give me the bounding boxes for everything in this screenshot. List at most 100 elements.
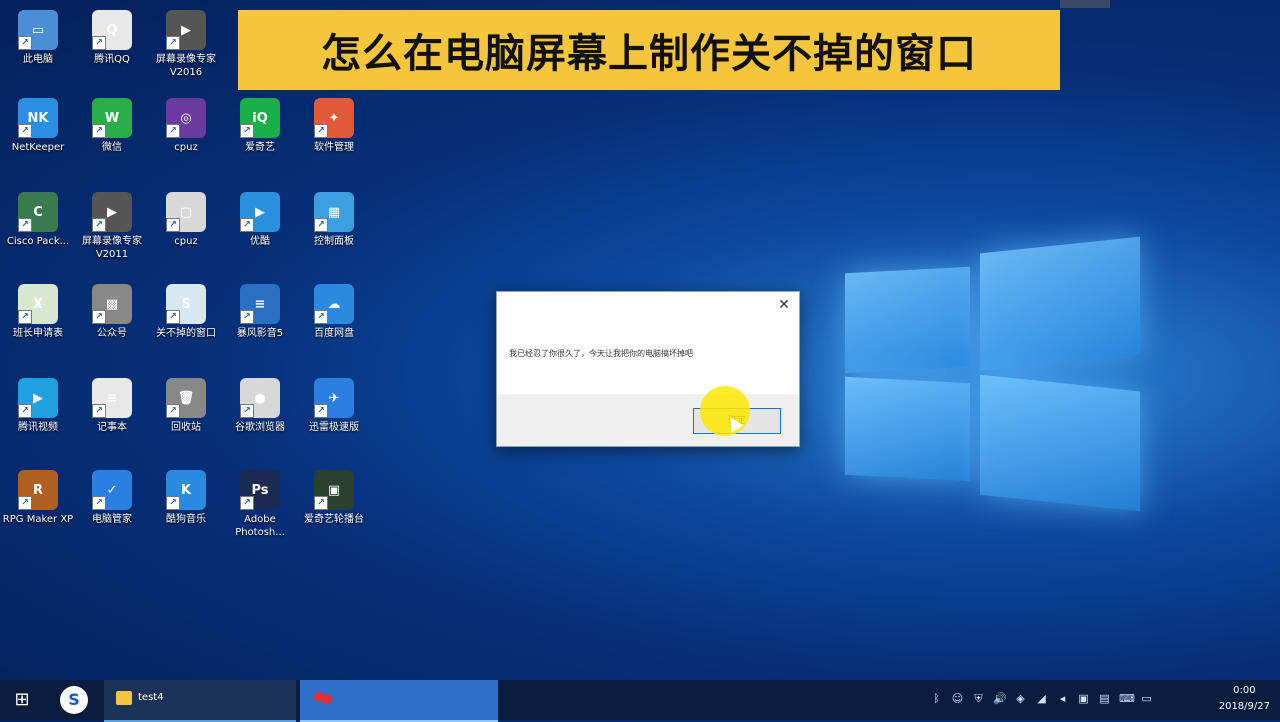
cortana-icon[interactable]: S	[60, 686, 88, 714]
notify-icon[interactable]: ▭	[1140, 692, 1153, 705]
app-icon: iQ ↗	[240, 98, 280, 138]
defender-icon[interactable]: ◈	[1014, 692, 1027, 705]
desktop-icon-label: 班长申请表	[13, 328, 63, 339]
app-icon: ☁ ↗	[314, 284, 354, 324]
desktop-icon-label: 腾讯QQ	[94, 54, 130, 65]
desktop-icon[interactable]: X ↗ 班长申请表	[2, 284, 74, 340]
desktop-icon[interactable]: S ↗ 关不掉的窗口	[150, 284, 222, 340]
app-icon: ≡ ↗	[240, 284, 280, 324]
desktop-icon-label: 关不掉的窗口	[156, 328, 216, 339]
desktop-icon-label: 迅雷极速版	[309, 422, 359, 433]
taskbar-item-active[interactable]	[300, 680, 498, 722]
desktop-icon[interactable]: iQ ↗ 爱奇艺	[224, 98, 296, 154]
shortcut-arrow-icon: ↗	[240, 124, 254, 138]
desktop-icon-label: Cisco Pack...	[6, 236, 70, 247]
desktop-icon[interactable]: NK ↗ NetKeeper	[2, 98, 74, 154]
taskbar: ⊞ S test4 ᛒ ☺ ⛨ 🔊 ◈ ◢ ◂ ▣ ▤ ⌨ ▭ 0:00 2018/9/27	[0, 680, 1280, 722]
app-icon: ▶ ↗	[240, 192, 280, 232]
shield-icon[interactable]: ⛨	[972, 692, 985, 705]
shortcut-arrow-icon: ↗	[314, 124, 328, 138]
start-button[interactable]: ⊞	[10, 688, 34, 712]
desktop-icon-label: 回收站	[171, 422, 201, 433]
desktop-icon[interactable]: ✈ ↗ 迅雷极速版	[298, 378, 370, 434]
desktop-icon[interactable]: ● ↗ 谷歌浏览器	[224, 378, 296, 434]
desktop-icon[interactable]: W ↗ 微信	[76, 98, 148, 154]
shortcut-arrow-icon: ↗	[166, 496, 180, 510]
desktop-icon-label: RPG Maker XP	[2, 514, 74, 525]
shortcut-arrow-icon: ↗	[18, 404, 32, 418]
clock-time: 0:00	[1233, 685, 1256, 696]
app-icon: K ↗	[166, 470, 206, 510]
desktop-icon-label: 爱奇艺轮播台	[304, 514, 364, 525]
desktop-icon-label: Adobe Photosh...	[235, 514, 285, 538]
desktop-icon[interactable]: ✦ ↗ 软件管理	[298, 98, 370, 154]
desktop-icon[interactable]: C ↗ Cisco Pack...	[2, 192, 74, 248]
cherry-icon	[314, 692, 324, 702]
desktop-icon-label: 公众号	[97, 328, 127, 339]
desktop-icon[interactable]: ≡ ↗ 记事本	[76, 378, 148, 434]
app-icon: Ps ↗	[240, 470, 280, 510]
shortcut-arrow-icon: ↗	[240, 310, 254, 324]
desktop-icon[interactable]: ▣ ↗ 爱奇艺轮播台	[298, 470, 370, 526]
shortcut-arrow-icon: ↗	[92, 496, 106, 510]
desktop-icon[interactable]: R ↗ RPG Maker XP	[2, 470, 74, 526]
app-icon: C ↗	[18, 192, 58, 232]
person-icon[interactable]: ☺	[951, 692, 964, 705]
desktop-icon[interactable]: ▶ ↗ 优酷	[224, 192, 296, 248]
windows-logo-wallpaper	[835, 225, 1145, 525]
shortcut-arrow-icon: ↗	[92, 310, 106, 324]
app-icon: ▩ ↗	[92, 284, 132, 324]
desktop-icon[interactable]: ▦ ↗ 控制面板	[298, 192, 370, 248]
desktop-icon-label: 此电脑	[23, 54, 53, 65]
desktop-icon[interactable]: ▶ ↗ 屏幕录像专家V2011	[76, 192, 148, 261]
desktop-icon-label: NetKeeper	[11, 142, 65, 153]
desktop-icon[interactable]: 🗑 ↗ 回收站	[150, 378, 222, 434]
desktop-icon-label: 酷狗音乐	[166, 514, 206, 525]
wifi-icon[interactable]: ◢	[1035, 692, 1048, 705]
app-icon: ✓ ↗	[92, 470, 132, 510]
shortcut-arrow-icon: ↗	[18, 496, 32, 510]
desktop-icon-label: 谷歌浏览器	[235, 422, 285, 433]
desktop-icon[interactable]: ≡ ↗ 暴风影音5	[224, 284, 296, 340]
shortcut-arrow-icon: ↗	[166, 218, 180, 232]
desktop-icon[interactable]: Q ↗ 腾讯QQ	[76, 10, 148, 66]
shortcut-arrow-icon: ↗	[166, 36, 180, 50]
shortcut-arrow-icon: ↗	[166, 310, 180, 324]
shortcut-arrow-icon: ↗	[92, 124, 106, 138]
desktop-icon-label: 腾讯视频	[18, 422, 58, 433]
desktop-icon[interactable]: ☁ ↗ 百度网盘	[298, 284, 370, 340]
dialog-close-button[interactable]: ✕	[775, 296, 793, 314]
shortcut-arrow-icon: ↗	[314, 218, 328, 232]
banner-title: 怎么在电脑屏幕上制作关不掉的窗口	[321, 31, 977, 77]
bluetooth-icon[interactable]: ᛒ	[930, 692, 943, 705]
caret-icon[interactable]: ◂	[1056, 692, 1069, 705]
taskbar-item-label: test4	[138, 692, 164, 703]
app-icon[interactable]: ▣	[1077, 692, 1090, 705]
desktop-icon-label: cpuz	[174, 142, 198, 153]
desktop-icon[interactable]: K ↗ 酷狗音乐	[150, 470, 222, 526]
desktop-icon[interactable]: ▩ ↗ 公众号	[76, 284, 148, 340]
desktop-icon[interactable]: ▭ ↗ 此电脑	[2, 10, 74, 66]
app-icon: ▣ ↗	[314, 470, 354, 510]
desktop-icon[interactable]: ▶ ↗ 腾讯视频	[2, 378, 74, 434]
taskbar-clock[interactable]: 0:00 2018/9/27	[1219, 683, 1270, 715]
network-icon[interactable]: ▤	[1098, 692, 1111, 705]
volume-icon[interactable]: 🔊	[993, 692, 1007, 705]
shortcut-arrow-icon: ↗	[18, 36, 32, 50]
cursor-highlight	[700, 386, 750, 436]
app-icon: ▢ ↗	[166, 192, 206, 232]
desktop-icon[interactable]: Ps ↗ Adobe Photosh...	[224, 470, 296, 539]
keyboard-icon[interactable]: ⌨	[1119, 692, 1135, 705]
desktop-icon[interactable]: ✓ ↗ 电脑管家	[76, 470, 148, 526]
desktop-icon[interactable]: ▢ ↗ cpuz	[150, 192, 222, 248]
dialog-footer: 确定	[497, 394, 799, 446]
desktop-icon[interactable]: ▶ ↗ 屏幕录像专家V2016	[150, 10, 222, 79]
message-dialog: ✕ 我已经忍了你很久了，今天让我把你的电脑搞坏掉吧 确定	[496, 291, 800, 447]
app-icon: ✦ ↗	[314, 98, 354, 138]
shortcut-arrow-icon: ↗	[18, 218, 32, 232]
desktop-icon[interactable]: ◎ ↗ cpuz	[150, 98, 222, 154]
folder-icon	[116, 691, 132, 705]
clock-date: 2018/9/27	[1218, 701, 1270, 712]
app-icon: Q ↗	[92, 10, 132, 50]
taskbar-item-test4[interactable]: test4	[104, 680, 296, 722]
